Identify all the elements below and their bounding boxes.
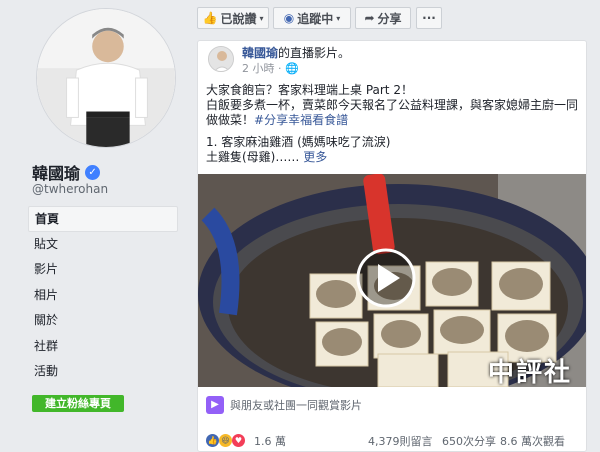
post-header: 韓國瑜的直播影片。 xyxy=(242,44,350,61)
share-label: 分享 xyxy=(377,11,402,26)
post-time[interactable]: 2 小時 · 🌐 xyxy=(242,60,299,76)
post-line-4: 土雞隻(母雞)…… 更多 xyxy=(206,150,586,165)
page-nav: 首頁 貼文 影片 相片 關於 社群 活動 xyxy=(28,206,178,385)
globe-icon: 🌐 xyxy=(285,62,299,75)
haha-reaction-icon: 😆 xyxy=(219,434,232,447)
reaction-icons[interactable]: 👍 😆 ♥ xyxy=(206,433,245,447)
love-reaction-icon: ♥ xyxy=(232,434,245,447)
post-line-1: 大家食飽吂？客家料理端上桌 Part 2！ xyxy=(206,83,413,97)
author-photo-icon xyxy=(209,47,233,71)
more-options-button[interactable]: ··· xyxy=(416,7,442,29)
hashtag-link[interactable]: #分享幸福看食譜 xyxy=(254,113,348,127)
post-card: 韓國瑜的直播影片。 2 小時 · 🌐 大家食飽吂？客家料理端上桌 Part 2！… xyxy=(197,40,587,452)
post-text: 大家食飽吂？客家料理端上桌 Part 2！ 白飯要多煮一杯，賣菜郎今天報名了公益… xyxy=(206,83,586,128)
watermark-cn: 中評社 xyxy=(487,358,572,387)
reactions-count[interactable]: 1.6 萬 xyxy=(254,433,286,449)
video-player[interactable]: 中評社 xyxy=(198,174,586,387)
profile-avatar[interactable] xyxy=(36,8,176,148)
nav-item-home[interactable]: 首頁 xyxy=(28,206,178,232)
post-author-avatar[interactable] xyxy=(208,46,234,72)
thumbs-up-icon: 👍 xyxy=(202,11,218,25)
views-count: 8.6 萬次觀看 xyxy=(500,435,565,448)
profile-photo-icon xyxy=(37,9,175,147)
liked-button[interactable]: 👍 已說讚 ▾ xyxy=(197,7,269,29)
chevron-down-icon: ▾ xyxy=(336,13,341,23)
post-stats: 👍 😆 ♥ 1.6 萬 4,379則留言 650次分享 8.6 萬次觀看 xyxy=(198,431,586,451)
shares-count[interactable]: 650次分享 xyxy=(442,433,496,449)
post-line-4-text: 土雞隻(母雞)…… xyxy=(206,150,300,164)
watermark: 中評社 xyxy=(488,352,572,387)
nav-item-photos[interactable]: 相片 xyxy=(28,283,178,309)
left-sidebar: 韓國瑜 ✓ @twherohan 首頁 貼文 影片 相片 關於 社群 活動 建立… xyxy=(0,0,188,452)
profile-name: 韓國瑜 ✓ xyxy=(32,160,101,184)
post-author-link[interactable]: 韓國瑜 xyxy=(242,46,278,60)
post-action-text: 的直播影片。 xyxy=(278,46,351,60)
see-more-link[interactable]: 更多 xyxy=(303,150,327,164)
liked-label: 已說讚 xyxy=(220,11,257,26)
comments-count[interactable]: 4,379則留言 xyxy=(368,433,433,449)
watch-party-bar[interactable]: ▶ 與朋友或社團一同觀賞影片 xyxy=(198,389,586,421)
follow-label: 追蹤中 xyxy=(297,11,334,26)
profile-name-text: 韓國瑜 xyxy=(32,164,81,183)
post-recipe-text: 1. 客家麻油雞酒 (媽媽味吃了流淚) 土雞隻(母雞)…… 更多 xyxy=(206,135,586,165)
nav-item-events[interactable]: 活動 xyxy=(28,359,178,385)
nav-item-videos[interactable]: 影片 xyxy=(28,257,178,283)
share-arrow-icon: ➦ xyxy=(364,11,375,25)
watch-party-icon: ▶ xyxy=(206,396,224,414)
post-time-text: 2 小時 xyxy=(242,62,275,75)
share-button[interactable]: ➦ 分享 xyxy=(355,7,411,29)
more-dots-icon: ··· xyxy=(422,11,436,25)
chevron-down-icon: ▾ xyxy=(259,13,264,23)
nav-item-about[interactable]: 關於 xyxy=(28,308,178,334)
create-page-button[interactable]: 建立粉絲專頁 xyxy=(32,395,124,412)
profile-handle[interactable]: @twherohan xyxy=(32,182,108,196)
post-line-2: 白飯要多煮一杯，賣菜郎今天報名了公益料理課，與客家媳婦主廚一同做做菜！#分享幸福… xyxy=(206,98,586,128)
like-reaction-icon: 👍 xyxy=(206,434,219,447)
follow-button[interactable]: ◉ 追蹤中 ▾ xyxy=(273,7,351,29)
verified-badge-icon: ✓ xyxy=(85,164,101,180)
watch-party-label: 與朋友或社團一同觀賞影片 xyxy=(230,399,362,412)
rss-icon: ◉ xyxy=(283,11,295,25)
post-line-3: 1. 客家麻油雞酒 (媽媽味吃了流淚) xyxy=(206,135,391,149)
nav-item-posts[interactable]: 貼文 xyxy=(28,232,178,258)
nav-item-community[interactable]: 社群 xyxy=(28,334,178,360)
